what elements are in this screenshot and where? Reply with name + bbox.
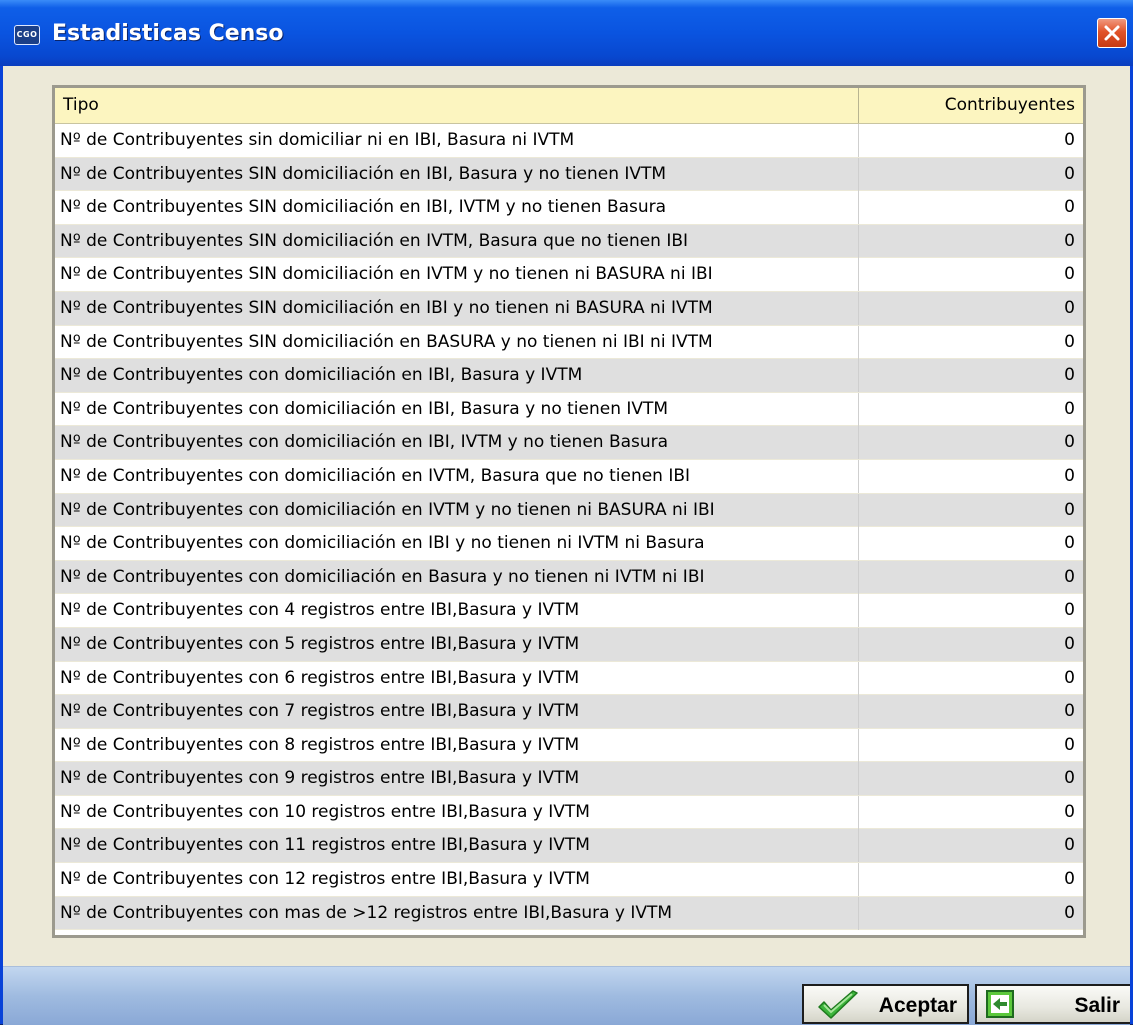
table-row[interactable]: Nº de Contribuyentes SIN domiciliación e… bbox=[55, 191, 1083, 225]
cell-tipo: Nº de Contribuyentes con 4 registros ent… bbox=[55, 594, 859, 628]
cell-contribuyentes: 0 bbox=[1064, 600, 1075, 621]
cell-contribuyentes: 0 bbox=[1064, 230, 1075, 251]
button-bar: Aceptar Salir bbox=[3, 918, 1130, 1025]
cell-tipo: Nº de Contribuyentes con domiciliación e… bbox=[55, 560, 859, 594]
table-row[interactable]: Nº de Contribuyentes SIN domiciliación e… bbox=[55, 325, 1083, 360]
table-row[interactable]: Nº de Contribuyentes con 10 registros en… bbox=[55, 795, 1083, 830]
cell-tipo: Nº de Contribuyentes con 10 registros en… bbox=[55, 795, 859, 829]
table-row[interactable]: Nº de Contribuyentes con 12 registros en… bbox=[55, 863, 1083, 897]
cell-contribuyentes: 0 bbox=[1064, 465, 1075, 486]
table-row[interactable]: Nº de Contribuyentes con domiciliación e… bbox=[55, 459, 1083, 494]
table-row[interactable]: Nº de Contribuyentes con domiciliación e… bbox=[55, 426, 1083, 460]
table-row[interactable]: Nº de Contribuyentes con 4 registros ent… bbox=[55, 594, 1083, 628]
app-icon-text: CGO bbox=[16, 30, 38, 39]
cell-tipo: Nº de Contribuyentes SIN domiciliación e… bbox=[55, 157, 859, 191]
cell-contribuyentes: 0 bbox=[1064, 633, 1075, 654]
cell-contribuyentes: 0 bbox=[1064, 264, 1075, 285]
cell-tipo: Nº de Contribuyentes con domiciliación e… bbox=[55, 392, 859, 426]
table-row[interactable]: Nº de Contribuyentes con 8 registros ent… bbox=[55, 728, 1083, 763]
cell-contribuyentes: 0 bbox=[1064, 768, 1075, 789]
cell-contribuyentes: 0 bbox=[1064, 331, 1075, 352]
table-row[interactable]: Nº de Contribuyentes SIN domiciliación e… bbox=[55, 291, 1083, 326]
cell-contribuyentes: 0 bbox=[1064, 499, 1075, 520]
app-cgo-icon: CGO bbox=[14, 25, 40, 45]
cell-tipo: Nº de Contribuyentes con 8 registros ent… bbox=[55, 728, 859, 762]
cell-tipo: Nº de Contribuyentes SIN domiciliación e… bbox=[55, 258, 859, 292]
estadisticas-censo-window: CGO Estadisticas Censo Tipo Contribuyent… bbox=[0, 0, 1133, 1025]
table-row[interactable]: Nº de Contribuyentes con 11 registros en… bbox=[55, 829, 1083, 864]
cell-tipo: Nº de Contribuyentes con 6 registros ent… bbox=[55, 661, 859, 695]
table-row[interactable]: Nº de Contribuyentes con 5 registros ent… bbox=[55, 627, 1083, 662]
cell-contribuyentes: 0 bbox=[1064, 163, 1075, 184]
cell-tipo: Nº de Contribuyentes SIN domiciliación e… bbox=[55, 325, 859, 359]
cell-tipo: Nº de Contribuyentes con 5 registros ent… bbox=[55, 627, 859, 661]
cell-contribuyentes: 0 bbox=[1064, 297, 1075, 318]
table-row[interactable]: Nº de Contribuyentes con domiciliación e… bbox=[55, 560, 1083, 595]
cell-contribuyentes: 0 bbox=[1064, 398, 1075, 419]
cell-contribuyentes: 0 bbox=[1064, 197, 1075, 218]
table-row[interactable]: Nº de Contribuyentes con domiciliación e… bbox=[55, 392, 1083, 427]
exit-button-label: Salir bbox=[1074, 994, 1120, 1017]
column-header-contribuyentes[interactable]: Contribuyentes bbox=[859, 88, 1083, 123]
table-row[interactable]: Nº de Contribuyentes sin domiciliar ni e… bbox=[55, 124, 1083, 158]
cell-tipo: Nº de Contribuyentes con 7 registros ent… bbox=[55, 695, 859, 729]
close-button[interactable] bbox=[1097, 18, 1127, 48]
cell-tipo: Nº de Contribuyentes con domiciliación e… bbox=[55, 527, 859, 561]
table-row[interactable]: Nº de Contribuyentes SIN domiciliación e… bbox=[55, 157, 1083, 192]
cell-contribuyentes: 0 bbox=[1064, 869, 1075, 890]
cell-contribuyentes: 0 bbox=[1064, 432, 1075, 453]
cell-contribuyentes: 0 bbox=[1064, 130, 1075, 150]
table-row[interactable]: Nº de Contribuyentes con domiciliación e… bbox=[55, 493, 1083, 528]
cell-tipo: Nº de Contribuyentes con 9 registros ent… bbox=[55, 762, 859, 796]
table-row[interactable]: Nº de Contribuyentes con domiciliación e… bbox=[55, 359, 1083, 393]
cell-contribuyentes: 0 bbox=[1064, 801, 1075, 822]
cell-tipo: Nº de Contribuyentes con domiciliación e… bbox=[55, 493, 859, 527]
cell-contribuyentes: 0 bbox=[1064, 701, 1075, 722]
accept-button[interactable]: Aceptar bbox=[802, 984, 969, 1024]
exit-arrow-icon bbox=[986, 990, 1014, 1018]
cell-tipo: Nº de Contribuyentes con domiciliación e… bbox=[55, 426, 859, 460]
window-title: Estadisticas Censo bbox=[52, 21, 284, 46]
cell-tipo: Nº de Contribuyentes con 11 registros en… bbox=[55, 829, 859, 863]
cell-contribuyentes: 0 bbox=[1064, 566, 1075, 587]
accept-button-label: Aceptar bbox=[878, 994, 957, 1017]
cell-contribuyentes: 0 bbox=[1064, 667, 1075, 688]
checkmark-icon bbox=[818, 990, 858, 1019]
exit-button[interactable]: Salir bbox=[975, 984, 1130, 1024]
dialog-body: Tipo Contribuyentes Nº de Contribuyentes… bbox=[3, 66, 1130, 1025]
title-bar[interactable]: CGO Estadisticas Censo bbox=[0, 0, 1133, 66]
cell-tipo: Nº de Contribuyentes SIN domiciliación e… bbox=[55, 224, 859, 258]
statistics-table[interactable]: Tipo Contribuyentes Nº de Contribuyentes… bbox=[52, 85, 1086, 938]
table-body: Nº de Contribuyentes sin domiciliar ni e… bbox=[55, 124, 1083, 931]
cell-tipo: Nº de Contribuyentes con domiciliación e… bbox=[55, 459, 859, 493]
table-row[interactable]: Nº de Contribuyentes con 6 registros ent… bbox=[55, 661, 1083, 696]
cell-contribuyentes: 0 bbox=[1064, 533, 1075, 554]
table-header: Tipo Contribuyentes bbox=[55, 88, 1083, 124]
table-row[interactable]: Nº de Contribuyentes con 9 registros ent… bbox=[55, 762, 1083, 796]
table-row[interactable]: Nº de Contribuyentes con 7 registros ent… bbox=[55, 695, 1083, 729]
close-icon bbox=[1104, 25, 1120, 41]
column-header-tipo[interactable]: Tipo bbox=[55, 88, 859, 123]
cell-tipo: Nº de Contribuyentes SIN domiciliación e… bbox=[55, 291, 859, 325]
table-row[interactable]: Nº de Contribuyentes SIN domiciliación e… bbox=[55, 258, 1083, 292]
table-row[interactable]: Nº de Contribuyentes SIN domiciliación e… bbox=[55, 224, 1083, 259]
cell-contribuyentes: 0 bbox=[1064, 734, 1075, 755]
cell-tipo: Nº de Contribuyentes sin domiciliar ni e… bbox=[55, 124, 859, 157]
table-row[interactable]: Nº de Contribuyentes con domiciliación e… bbox=[55, 527, 1083, 561]
cell-tipo: Nº de Contribuyentes con domiciliación e… bbox=[55, 359, 859, 393]
cell-tipo: Nº de Contribuyentes con 12 registros en… bbox=[55, 863, 859, 897]
cell-contribuyentes: 0 bbox=[1064, 365, 1075, 386]
cell-tipo: Nº de Contribuyentes SIN domiciliación e… bbox=[55, 191, 859, 225]
cell-contribuyentes: 0 bbox=[1064, 835, 1075, 856]
